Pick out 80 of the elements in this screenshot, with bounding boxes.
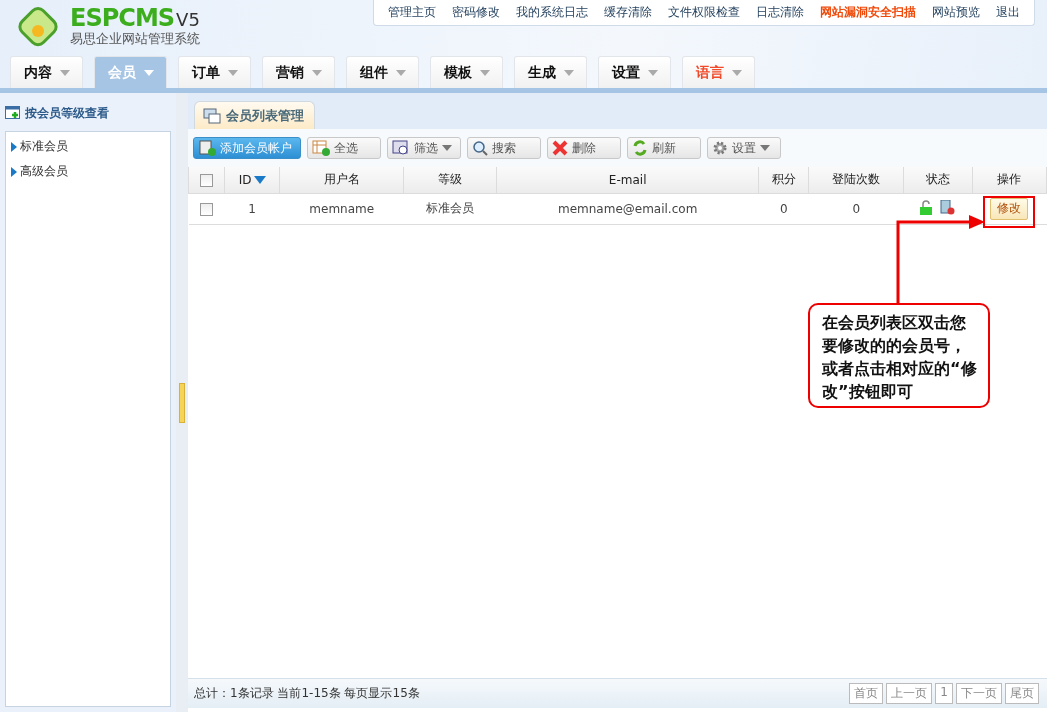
table-cell: 0 — [808, 193, 904, 224]
sidebar-item[interactable]: 标准会员 — [11, 138, 165, 155]
refresh-icon — [632, 140, 648, 156]
checkbox[interactable] — [200, 173, 213, 187]
triangle-icon — [11, 141, 17, 152]
column-header[interactable]: ID — [224, 167, 280, 193]
column-header[interactable]: E-mail — [496, 167, 759, 193]
record-summary: 总计：1条记录 当前1-15条 每页显示15条 — [194, 685, 420, 702]
caret-icon — [760, 145, 770, 151]
edit-button[interactable]: 修改 — [990, 197, 1029, 220]
pager-button[interactable]: 下一页 — [956, 683, 1002, 704]
splitter-handle[interactable] — [179, 382, 185, 423]
caret-icon — [479, 69, 490, 76]
pager-button[interactable]: 上一页 — [886, 683, 933, 704]
caret-icon — [395, 69, 406, 76]
checkbox[interactable] — [200, 202, 213, 216]
table-cell: 1 — [224, 193, 280, 224]
column-header[interactable]: 登陆次数 — [808, 167, 904, 193]
sort-icon — [253, 175, 266, 184]
caret-icon — [731, 69, 742, 76]
sidebar-title: 按会员等级查看 — [25, 104, 109, 122]
nav-tab[interactable]: 生成 — [514, 56, 587, 88]
pager-button[interactable]: 首页 — [849, 683, 884, 704]
pager-button[interactable]: 1 — [935, 683, 953, 704]
top-link[interactable]: 密码修改 — [444, 4, 508, 21]
top-link[interactable]: 日志清除 — [748, 4, 812, 21]
top-link[interactable]: 网站预览 — [924, 4, 988, 21]
nav-tab[interactable]: 营销 — [262, 56, 335, 88]
caret-icon — [311, 69, 322, 76]
caret-icon — [647, 69, 658, 76]
document-add-icon — [198, 140, 216, 156]
top-link[interactable]: 我的系统日志 — [508, 4, 596, 21]
toolbar-button[interactable]: 搜索 — [467, 137, 541, 159]
top-link[interactable]: 退出 — [988, 4, 1028, 21]
panel-tab[interactable]: 会员列表管理 — [194, 101, 315, 129]
caret-icon — [442, 145, 452, 151]
triangle-icon — [11, 166, 17, 177]
highlight-frame — [983, 196, 1035, 228]
nav-tab[interactable]: 内容 — [10, 56, 83, 88]
column-header[interactable]: 用户名 — [279, 167, 404, 193]
window-magnifier-icon — [392, 140, 410, 156]
search-icon — [472, 140, 488, 156]
caret-icon — [227, 69, 238, 76]
table-cell: 0 — [758, 193, 809, 224]
callout-note: 在会员列表区双击您要修改的的会员号，或者点击相对应的“修改”按钮即可 — [808, 303, 990, 408]
nav-tab[interactable]: 组件 — [346, 56, 419, 88]
table-cell: memname@email.com — [496, 193, 759, 224]
cross-icon — [552, 140, 568, 156]
column-header[interactable]: 积分 — [758, 167, 809, 193]
gear-icon — [712, 140, 728, 156]
toolbar-button[interactable]: 删除 — [547, 137, 621, 159]
caret-icon — [59, 69, 70, 76]
windows-icon — [203, 107, 221, 124]
table-add-icon — [312, 140, 330, 156]
nav-tab[interactable]: 订单 — [178, 56, 251, 88]
sidebar-item[interactable]: 高级会员 — [11, 163, 165, 180]
user-card-icon[interactable] — [940, 199, 956, 215]
top-link[interactable]: 管理主页 — [380, 4, 444, 21]
caret-icon — [563, 69, 574, 76]
table-cell: memname — [279, 193, 404, 224]
pager-button[interactable]: 尾页 — [1005, 683, 1039, 704]
nav-tab[interactable]: 模板 — [430, 56, 503, 88]
top-link[interactable]: 文件权限检查 — [660, 4, 748, 21]
version-label: V5 — [176, 10, 200, 30]
caret-icon — [143, 69, 154, 76]
column-header[interactable]: 操作 — [972, 167, 1047, 193]
toolbar-button[interactable]: 设置 — [707, 137, 781, 159]
toolbar-button[interactable]: 刷新 — [627, 137, 701, 159]
nav-tab[interactable]: 设置 — [598, 56, 671, 88]
toolbar-button[interactable]: 全选 — [307, 137, 381, 159]
brand-name: ESPCMS — [70, 6, 175, 30]
top-link[interactable]: 缓存清除 — [596, 4, 660, 21]
column-header[interactable]: 等级 — [403, 167, 497, 193]
column-header[interactable]: 状态 — [903, 167, 973, 193]
top-link[interactable]: 网站漏洞安全扫描 — [812, 4, 924, 21]
brand-subtitle: 易思企业网站管理系统 — [70, 30, 200, 48]
padlock-icon[interactable] — [920, 199, 933, 215]
toolbar-button[interactable]: 筛选 — [387, 137, 461, 159]
table-cell: 标准会员 — [403, 193, 497, 224]
window-add-icon — [5, 106, 21, 120]
